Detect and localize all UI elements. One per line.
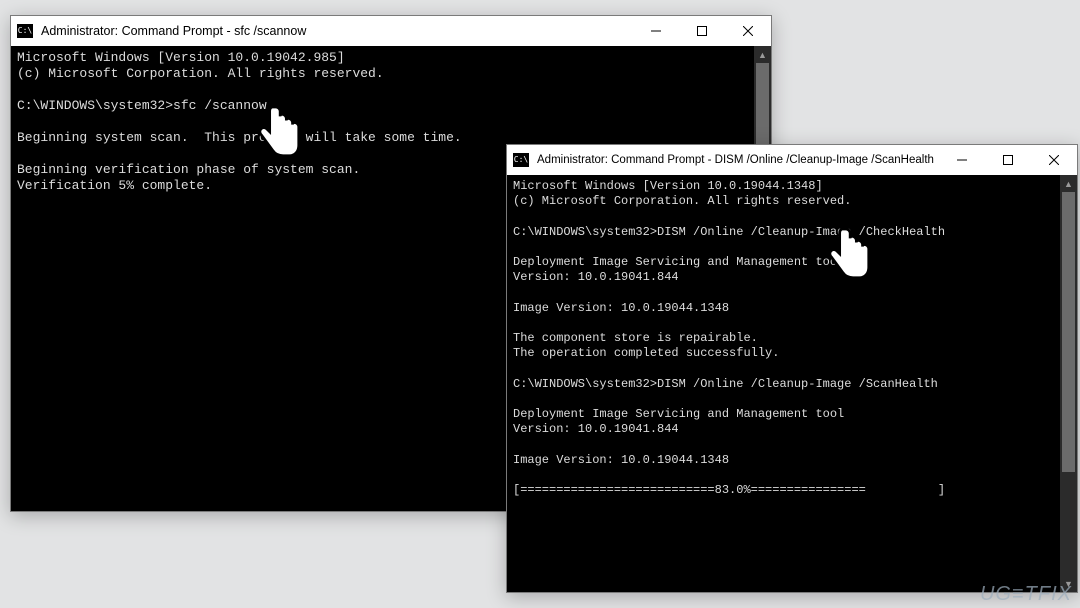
cmd-icon: C:\ xyxy=(513,153,529,167)
vertical-scrollbar[interactable]: ▲ ▼ xyxy=(1060,175,1077,592)
window-title: Administrator: Command Prompt - DISM /On… xyxy=(537,154,934,166)
maximize-button[interactable] xyxy=(679,16,725,46)
maximize-button[interactable] xyxy=(985,145,1031,175)
titlebar[interactable]: C:\ Administrator: Command Prompt - sfc … xyxy=(11,16,771,46)
cmd-icon: C:\ xyxy=(17,24,33,38)
close-button[interactable] xyxy=(725,16,771,46)
window-title: Administrator: Command Prompt - sfc /sca… xyxy=(41,24,306,38)
terminal-output[interactable]: Microsoft Windows [Version 10.0.19044.13… xyxy=(507,175,1060,592)
titlebar[interactable]: C:\ Administrator: Command Prompt - DISM… xyxy=(507,145,1077,175)
close-button[interactable] xyxy=(1031,145,1077,175)
cmd-window-dism: C:\ Administrator: Command Prompt - DISM… xyxy=(506,144,1078,593)
minimize-button[interactable] xyxy=(939,145,985,175)
watermark-text: UG≡TFIX xyxy=(980,583,1072,606)
minimize-button[interactable] xyxy=(633,16,679,46)
